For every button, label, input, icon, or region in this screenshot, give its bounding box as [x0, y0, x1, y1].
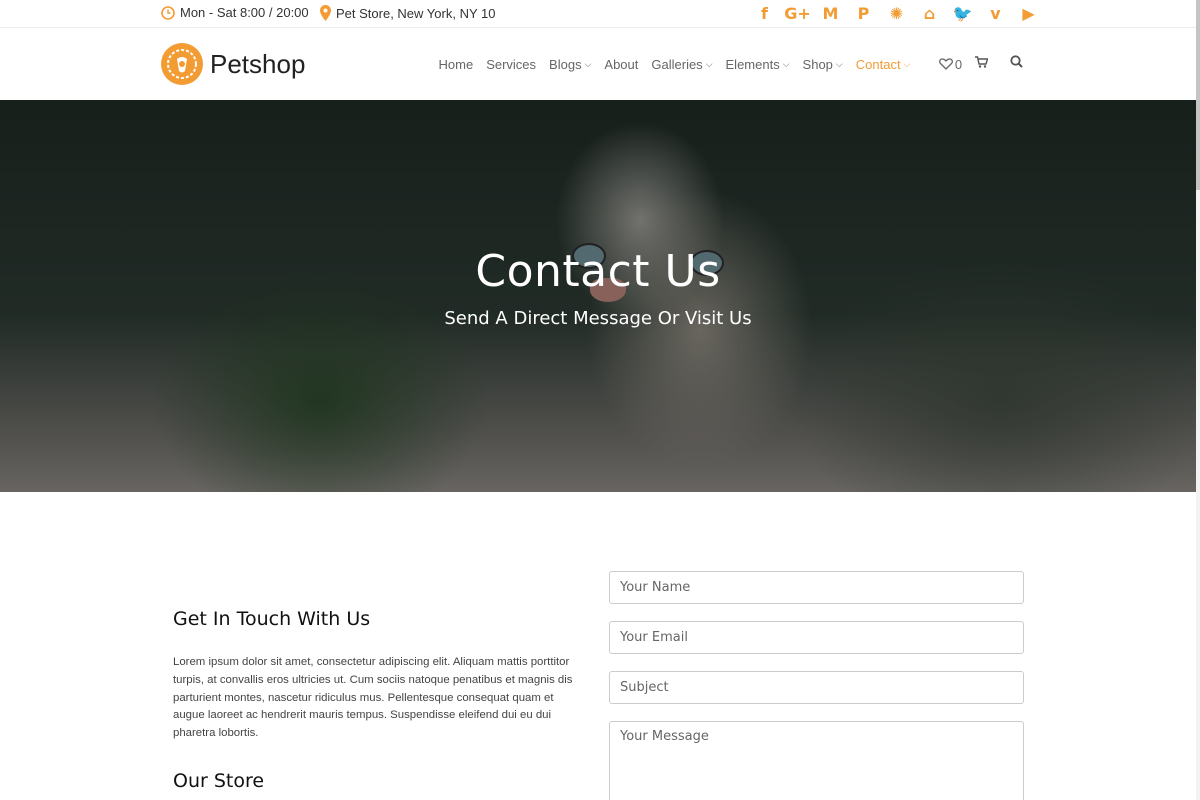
contact-info: Get In Touch With Us Lorem ipsum dolor s…: [173, 608, 583, 792]
nav-item-label: Home: [438, 56, 474, 72]
logo-text: Petshop: [210, 48, 306, 79]
cart-button[interactable]: [975, 55, 989, 73]
name-field[interactable]: [609, 571, 1024, 604]
social-links: f G+ M P ✺ ⌂ 🐦 v ▶: [748, 3, 1045, 23]
google-plus-icon[interactable]: G+: [781, 3, 814, 23]
paypal-icon[interactable]: P: [847, 3, 880, 23]
nav-item-label: Elements: [725, 56, 780, 72]
paw-logo-icon: [161, 43, 203, 85]
nav-item-contact[interactable]: Contact ⌵: [856, 57, 911, 72]
chevron-down-icon: ⌵: [835, 58, 843, 69]
wishlist-count: 0: [954, 56, 963, 72]
nav-item-label: Shop: [802, 56, 833, 72]
nav-item-label: About: [604, 56, 639, 72]
cart-icon: [975, 56, 989, 68]
site-header: Petshop Home Services Blogs ⌵ About Galleries…: [0, 28, 1200, 100]
page-scrollbar[interactable]: [1196, 0, 1200, 800]
nav-item-galleries[interactable]: Galleries ⌵: [651, 57, 712, 72]
twitter-icon[interactable]: 🐦: [946, 3, 979, 23]
chevron-down-icon: ⌵: [705, 58, 713, 69]
joomla-icon[interactable]: ✺: [880, 3, 913, 23]
nav-item-blogs[interactable]: Blogs ⌵: [549, 57, 591, 72]
nav-item-label: Contact: [855, 56, 901, 72]
store-heading: Our Store: [173, 770, 265, 792]
search-icon: [1010, 55, 1023, 68]
nav-item-shop[interactable]: Shop ⌵: [803, 57, 843, 72]
nav-item-home[interactable]: Home: [439, 57, 474, 72]
search-button[interactable]: [1010, 55, 1023, 73]
nav-item-label: Services: [486, 56, 537, 72]
contact-body: Lorem ipsum dolor sit amet, consectetur …: [173, 656, 573, 740]
chevron-down-icon: ⌵: [584, 58, 592, 69]
contact-heading: Get In Touch With Us: [173, 608, 371, 630]
nav-item-label: Blogs: [549, 56, 582, 72]
email-field[interactable]: [609, 621, 1024, 654]
subject-field[interactable]: [609, 671, 1024, 704]
gmail-icon[interactable]: M: [814, 3, 847, 23]
message-field[interactable]: [609, 721, 1024, 800]
nav-item-services[interactable]: Services: [486, 57, 536, 72]
top-bar: Mon - Sat 8:00 / 20:00 Pet Store, New Yo…: [0, 0, 1200, 28]
twitch-icon[interactable]: ⌂: [913, 3, 946, 23]
youtube-icon[interactable]: ▶: [1012, 3, 1045, 23]
site-logo[interactable]: Petshop: [161, 43, 305, 85]
map-pin-icon: [320, 5, 331, 21]
scrollbar-thumb[interactable]: [1196, 0, 1200, 190]
opening-hours-text: Mon - Sat 8:00 / 20:00: [180, 5, 309, 20]
page-title: Contact Us: [475, 246, 721, 297]
facebook-icon[interactable]: f: [748, 3, 781, 23]
wishlist-button[interactable]: 0: [938, 56, 963, 72]
opening-hours: Mon - Sat 8:00 / 20:00: [161, 5, 309, 20]
main-nav: Home Services Blogs ⌵ About Galleries ⌵ Element…: [432, 28, 1023, 100]
vimeo-icon[interactable]: v: [979, 3, 1012, 23]
hero-banner: Contact Us Send A Direct Message Or Visi…: [0, 100, 1196, 492]
nav-item-elements[interactable]: Elements ⌵: [726, 57, 790, 72]
nav-item-about[interactable]: About: [604, 57, 638, 72]
nav-item-label: Galleries: [651, 56, 703, 72]
contact-form: [609, 571, 1024, 800]
heart-icon: [938, 58, 953, 70]
chevron-down-icon: ⌵: [782, 58, 790, 69]
store-address-text: Pet Store, New York, NY 10: [336, 5, 496, 21]
clock-icon: [161, 5, 175, 20]
chevron-down-icon: ⌵: [903, 58, 911, 69]
store-address: Pet Store, New York, NY 10: [320, 5, 495, 21]
page-subtitle: Send A Direct Message Or Visit Us: [444, 308, 752, 329]
